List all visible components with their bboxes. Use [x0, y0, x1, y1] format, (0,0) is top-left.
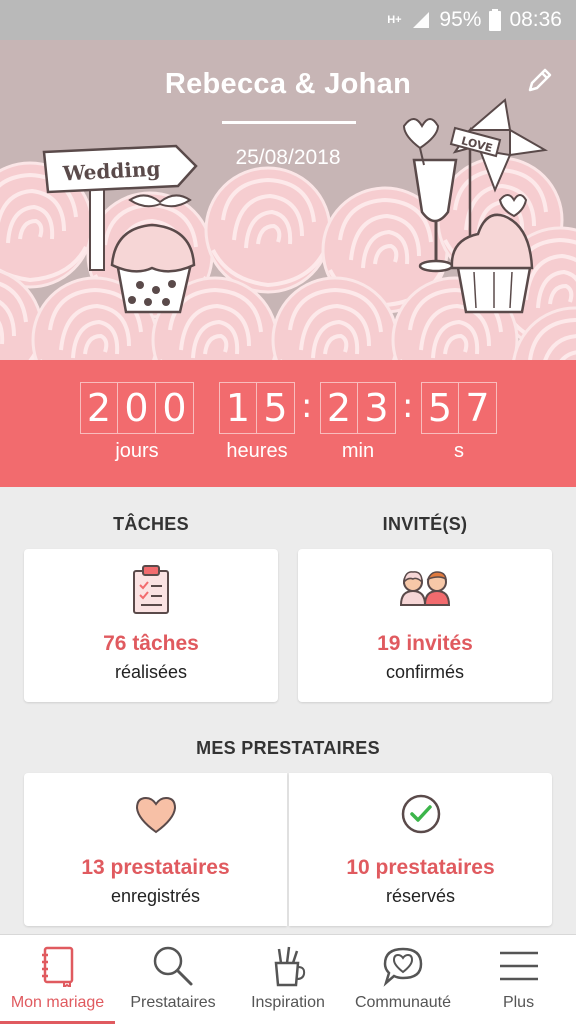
notebook-icon [41, 946, 73, 987]
hours-label: heures [226, 440, 288, 462]
days-label: jours [115, 440, 159, 462]
tasks-title: TÂCHES [113, 514, 189, 534]
heart-icon [135, 796, 176, 834]
days-digit: 0 [156, 382, 194, 434]
booked-vendors-subtitle: réservés [385, 886, 456, 906]
nav-label: Communauté [354, 994, 452, 1011]
nav-label: Prestataires [130, 994, 216, 1011]
saved-vendors-card[interactable]: 13 prestataires enregistrés [24, 773, 287, 926]
search-icon [153, 946, 193, 986]
tasks-subtitle: réalisées [114, 662, 188, 682]
menu-icon [499, 951, 538, 981]
nav-label: Mon mariage [10, 994, 105, 1011]
guests-count: 19 invités [377, 632, 473, 655]
time-separator: : [402, 386, 414, 426]
hours-digit: 1 [219, 382, 257, 434]
pencil-cup-icon [274, 946, 306, 987]
nav-communaute[interactable]: Communauté [345, 935, 461, 1024]
nav-label: Plus [502, 994, 535, 1011]
couple-names: Rebecca & Johan [164, 68, 412, 100]
vendors-title: MES PRESTATAIRES [196, 738, 380, 758]
seconds-label: s [454, 440, 464, 462]
heart-chat-icon [383, 947, 423, 987]
booked-vendors-count: 10 prestataires [346, 856, 495, 879]
minutes-digit: 3 [358, 382, 396, 434]
time-separator: : [301, 386, 313, 426]
status-bar: H+ 95% 08:36 [0, 0, 576, 40]
clock: 08:36 [509, 8, 562, 31]
days-digit: 2 [80, 382, 118, 434]
saved-vendors-count: 13 prestataires [81, 856, 230, 879]
check-circle-icon [401, 794, 440, 834]
hours-digit: 5 [257, 382, 295, 434]
booked-vendors-card[interactable]: 10 prestataires réservés [289, 773, 552, 926]
tasks-card[interactable]: 76 tâches réalisées [24, 549, 278, 702]
nav-mon-mariage[interactable]: Mon mariage [0, 935, 115, 1024]
minutes-digit: 2 [320, 382, 358, 434]
countdown-minutes: 2 3 [320, 382, 396, 434]
guests-subtitle: confirmés [385, 662, 465, 682]
pencil-icon[interactable] [524, 66, 554, 96]
days-digit: 0 [118, 382, 156, 434]
wedding-header: Wedding LOVE Rebecca & Johan 25/08/2018 [0, 40, 576, 360]
network-type: H+ [387, 13, 402, 26]
guests-card[interactable]: 19 invités confirmés [298, 549, 552, 702]
countdown-timer: 2 0 0 1 5 : 2 3 : 5 7 [0, 360, 576, 487]
title-divider [222, 121, 356, 124]
nav-prestataires[interactable]: Prestataires [115, 935, 231, 1024]
couple-icon [399, 571, 451, 606]
battery-percent: 95% [439, 8, 482, 31]
nav-inspiration[interactable]: Inspiration [231, 935, 345, 1024]
nav-plus[interactable]: Plus [461, 935, 576, 1024]
cupcake-illustration [110, 223, 196, 314]
guests-title: INVITÉ(S) [382, 514, 468, 534]
battery-icon [489, 9, 502, 31]
countdown-days: 2 0 0 [80, 382, 194, 434]
minutes-label: min [341, 440, 375, 462]
seconds-digit: 5 [421, 382, 459, 434]
clipboard-icon [133, 565, 169, 614]
nav-label: Inspiration [251, 994, 325, 1011]
countdown-seconds: 5 7 [421, 382, 497, 434]
wedding-date: 25/08/2018 [235, 146, 341, 169]
bottom-navigation: Mon mariage Prestataires Inspiration Com… [0, 934, 576, 1024]
tasks-count: 76 tâches [103, 632, 199, 655]
signal-icon [413, 12, 430, 28]
seconds-digit: 7 [459, 382, 497, 434]
countdown-hours: 1 5 [219, 382, 295, 434]
saved-vendors-subtitle: enregistrés [110, 886, 201, 906]
